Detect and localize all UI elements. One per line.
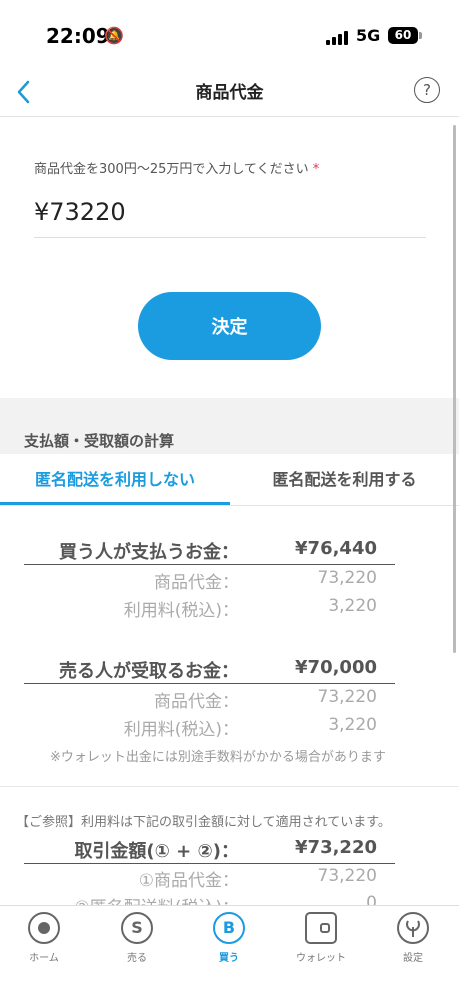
page-title: 商品代金 <box>195 83 264 103</box>
price-input[interactable]: ¥73220 <box>34 198 126 226</box>
trade-total-label: 取引金額(① + ②)： <box>74 841 239 862</box>
tabbar-wallet[interactable]: ウォレット <box>286 912 356 964</box>
battery-tip <box>419 32 422 39</box>
tabbar-settings[interactable]: 設定 <box>378 912 448 964</box>
trade-price-label: ①商品代金： <box>138 871 239 891</box>
buyer-separator <box>24 564 395 565</box>
tabbar-buy-label: 買う <box>219 953 239 964</box>
price-input-label-text: 商品代金を300円〜25万円で入力してください <box>34 162 309 177</box>
tabbar-home[interactable]: ホーム <box>9 912 79 964</box>
tabbar-wallet-label: ウォレット <box>296 953 346 964</box>
home-icon <box>28 912 60 944</box>
buyer-fee-value: 3,220 <box>328 596 377 616</box>
battery-icon: 60 <box>388 27 418 44</box>
tab-anonymous-shipping[interactable]: 匿名配送を利用する <box>230 455 459 505</box>
buy-icon: B <box>213 912 245 944</box>
tabbar-sell-label: 売る <box>127 953 147 964</box>
seller-price-value: 73,220 <box>317 687 377 707</box>
reference-note: 【ご参照】利用料は下記の取引金額に対して適用されています。 <box>16 815 391 830</box>
scrollbar[interactable] <box>453 125 456 653</box>
tabbar-buy[interactable]: B 買う <box>194 912 264 964</box>
seller-price-label: 商品代金： <box>154 692 239 712</box>
help-icon[interactable]: ? <box>414 77 440 103</box>
price-input-label: 商品代金を300円〜25万円で入力してください * <box>34 158 319 177</box>
section-divider <box>0 786 459 787</box>
buyer-price-value: 73,220 <box>317 568 377 588</box>
tabbar-home-label: ホーム <box>29 953 59 964</box>
tabbar-settings-label: 設定 <box>403 953 423 964</box>
buyer-price-label: 商品代金： <box>154 573 239 593</box>
signal-icon <box>326 29 350 45</box>
settings-icon <box>397 912 429 944</box>
price-input-underline <box>34 237 426 238</box>
wallet-icon <box>305 912 337 944</box>
seller-total-value: ¥70,000 <box>295 657 377 678</box>
trade-separator <box>24 863 395 864</box>
tab-no-anonymous-shipping[interactable]: 匿名配送を利用しない <box>0 455 230 505</box>
tab-border <box>0 505 459 506</box>
buyer-total-label: 買う人が支払うお金： <box>59 542 239 563</box>
decide-button[interactable]: 決定 <box>138 292 321 360</box>
seller-fee-value: 3,220 <box>328 715 377 735</box>
seller-separator <box>24 683 395 684</box>
bell-muted-icon: 🔕 <box>104 26 124 45</box>
tabbar-sell[interactable]: S 売る <box>102 912 172 964</box>
buyer-fee-label: 利用料(税込)： <box>123 601 239 621</box>
status-time: 22:09 <box>46 24 110 48</box>
calc-heading: 支払額・受取額の計算 <box>24 432 175 450</box>
seller-total-label: 売る人が受取るお金： <box>59 661 239 682</box>
network-type: 5G <box>356 26 381 45</box>
trade-price-value: 73,220 <box>317 866 377 886</box>
wallet-fee-note: ※ウォレット出金には別途手数料がかかる場合があります <box>50 750 386 765</box>
trade-total-value: ¥73,220 <box>295 837 377 858</box>
sell-icon: S <box>121 912 153 944</box>
seller-fee-label: 利用料(税込)： <box>123 720 239 740</box>
required-mark: * <box>312 162 320 177</box>
buyer-total-value: ¥76,440 <box>295 538 377 559</box>
